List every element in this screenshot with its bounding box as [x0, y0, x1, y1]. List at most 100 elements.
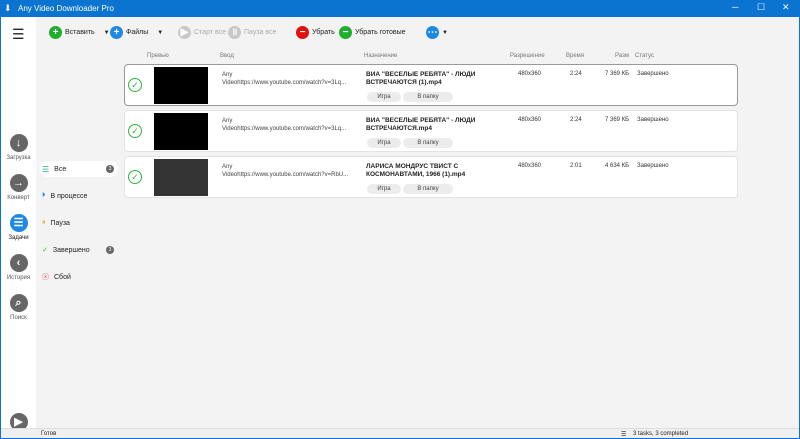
- open-folder-button[interactable]: В папку: [403, 184, 453, 194]
- source-url: Any Videohttps://www.youtube.com/watch?v=…: [222, 118, 347, 132]
- check-circle-icon: ✓: [128, 124, 142, 138]
- download-icon: ↓: [9, 134, 28, 152]
- filter-label: Пауза: [50, 219, 70, 227]
- file-size: 4 634 КБ: [605, 163, 630, 169]
- resolution: 480x360: [518, 117, 542, 123]
- filter-label: Завершено: [52, 246, 90, 254]
- remove-done-label: Убрать готовые: [355, 29, 406, 36]
- close-button[interactable]: ✕: [782, 2, 790, 13]
- maximize-button[interactable]: ☐: [757, 2, 765, 13]
- paste-button[interactable]: + Вставить ▼: [49, 26, 110, 39]
- minus-icon: −: [296, 26, 309, 39]
- col-time[interactable]: Время: [566, 53, 584, 59]
- open-folder-button[interactable]: В папку: [403, 92, 453, 102]
- file-size: 7 369 КБ: [605, 71, 630, 77]
- resolution: 480x360: [518, 71, 542, 77]
- filter-completed[interactable]: ✓ Завершено 3: [40, 242, 118, 258]
- count-badge: 3: [106, 246, 114, 254]
- arrow-right-icon: →: [9, 174, 28, 192]
- task-summary: 3 tasks, 3 completed: [633, 431, 689, 437]
- task-row[interactable]: ✓ Any Videohttps://www.youtube.com/watch?…: [124, 110, 738, 152]
- task-row[interactable]: ✓ Any Videohttps://www.youtube.com/watch?…: [124, 156, 738, 198]
- play-button[interactable]: Игра: [367, 92, 401, 102]
- status: Завершено: [637, 117, 669, 123]
- window-title: Any Video Downloader Pro: [18, 4, 114, 13]
- plus-icon: +: [49, 26, 62, 39]
- source-url: Any Videohttps://www.youtube.com/watch?v=…: [222, 72, 347, 86]
- filter-all[interactable]: ☰ Все 3: [40, 161, 118, 177]
- check-circle-icon: ✓: [42, 247, 48, 254]
- files-button[interactable]: + Файлы ▼: [110, 26, 163, 39]
- rail-label: История: [6, 275, 31, 281]
- files-label: Файлы: [126, 29, 149, 36]
- duration: 2:24: [570, 71, 582, 77]
- menu-icon[interactable]: ☰: [12, 26, 25, 43]
- rail-search[interactable]: ⌕ Поиск: [1, 294, 36, 321]
- resolution: 480x360: [518, 163, 542, 169]
- chevron-down-icon[interactable]: ▼: [157, 30, 163, 36]
- play-button[interactable]: Игра: [367, 138, 401, 148]
- filter-label: Все: [54, 165, 67, 173]
- remove-done-button[interactable]: − Убрать готовые: [339, 26, 406, 39]
- search-icon: ⌕: [9, 294, 28, 312]
- rail-label: Поиск: [10, 315, 27, 321]
- play-button[interactable]: Игра: [367, 184, 401, 194]
- col-size[interactable]: Разм: [615, 53, 629, 59]
- play-icon: ▶: [178, 26, 191, 39]
- check-circle-icon: ✓: [128, 78, 142, 92]
- start-all-button[interactable]: ▶ Старт все: [178, 26, 226, 39]
- col-status[interactable]: Статус: [635, 53, 654, 59]
- rail-convert[interactable]: → Конверт: [1, 174, 36, 201]
- plus-icon: +: [110, 26, 123, 39]
- filter-failed[interactable]: ⓧ Сбой: [40, 269, 118, 285]
- remove-label: Убрать: [312, 29, 335, 36]
- pause-circle-icon: ⏸: [42, 219, 46, 226]
- filter-in-progress[interactable]: ⏵ В процессе: [40, 188, 118, 204]
- duration: 2:24: [570, 117, 582, 123]
- more-icon: ⋯: [426, 26, 439, 39]
- task-row[interactable]: ✓ Any Videohttps://www.youtube.com/watch?…: [124, 64, 738, 106]
- filter-label: В процессе: [50, 192, 88, 200]
- paste-label: Вставить: [65, 29, 95, 36]
- file-size: 7 369 КБ: [605, 117, 630, 123]
- chevron-down-icon: ▼: [442, 29, 448, 36]
- filter-label: Сбой: [54, 273, 71, 281]
- status: Завершено: [637, 163, 669, 169]
- count-badge: 3: [106, 165, 114, 173]
- play-circle-icon: ⏵: [42, 192, 46, 199]
- col-dest[interactable]: Назначение: [364, 53, 397, 59]
- col-input[interactable]: Ввод: [220, 53, 234, 59]
- rail-label: Задачи: [8, 235, 29, 241]
- destination-file: ВИА "ВЕСЕЛЫЕ РЕБЯТА" - ЛЮДИ ВСТРЕЧАЮТСЯ …: [366, 71, 476, 86]
- tasks-icon: ☰: [621, 432, 627, 438]
- chevron-down-icon[interactable]: ▼: [104, 30, 110, 36]
- start-all-label: Старт все: [194, 29, 226, 36]
- col-preview[interactable]: Превью: [147, 53, 169, 59]
- x-circle-icon: ⓧ: [42, 274, 49, 281]
- app-icon: ⬇: [4, 3, 12, 13]
- rail-download[interactable]: ↓ Загрузка: [1, 134, 36, 161]
- list-icon: ☰: [9, 214, 28, 232]
- open-folder-button[interactable]: В папку: [403, 138, 453, 148]
- video-thumbnail: [154, 159, 208, 196]
- rail-history[interactable]: ‹ История: [1, 254, 36, 281]
- destination-file: ЛАРИСА МОНДРУС ТВИСТ С КОСМОНАВТАМИ, 196…: [366, 163, 466, 178]
- more-button[interactable]: ⋯ ▼: [426, 26, 448, 39]
- pause-icon: ॥: [228, 26, 241, 39]
- filter-paused[interactable]: ⏸ Пауза: [40, 215, 118, 231]
- rail-label: Загрузка: [6, 155, 31, 161]
- pause-all-label: Пауза все: [244, 29, 277, 36]
- minimize-button[interactable]: ─: [732, 2, 738, 12]
- minus-icon: −: [339, 26, 352, 39]
- destination-file: ВИА "ВЕСЕЛЫЕ РЕБЯТА" - ЛЮДИ ВСТРЕЧАЮТСЯ.…: [366, 117, 476, 132]
- duration: 2:01: [570, 163, 582, 169]
- rail-label: Конверт: [7, 195, 30, 201]
- title-bar: ⬇ Any Video Downloader Pro ─ ☐ ✕: [0, 0, 800, 17]
- video-thumbnail: [154, 113, 208, 150]
- rail-tasks[interactable]: ☰ Задачи: [1, 214, 36, 241]
- back-icon: ‹: [9, 254, 28, 272]
- col-res[interactable]: Разрешение: [510, 53, 545, 59]
- check-circle-icon: ✓: [128, 170, 142, 184]
- pause-all-button[interactable]: ॥ Пауза все: [228, 26, 276, 39]
- remove-button[interactable]: − Убрать: [296, 26, 335, 39]
